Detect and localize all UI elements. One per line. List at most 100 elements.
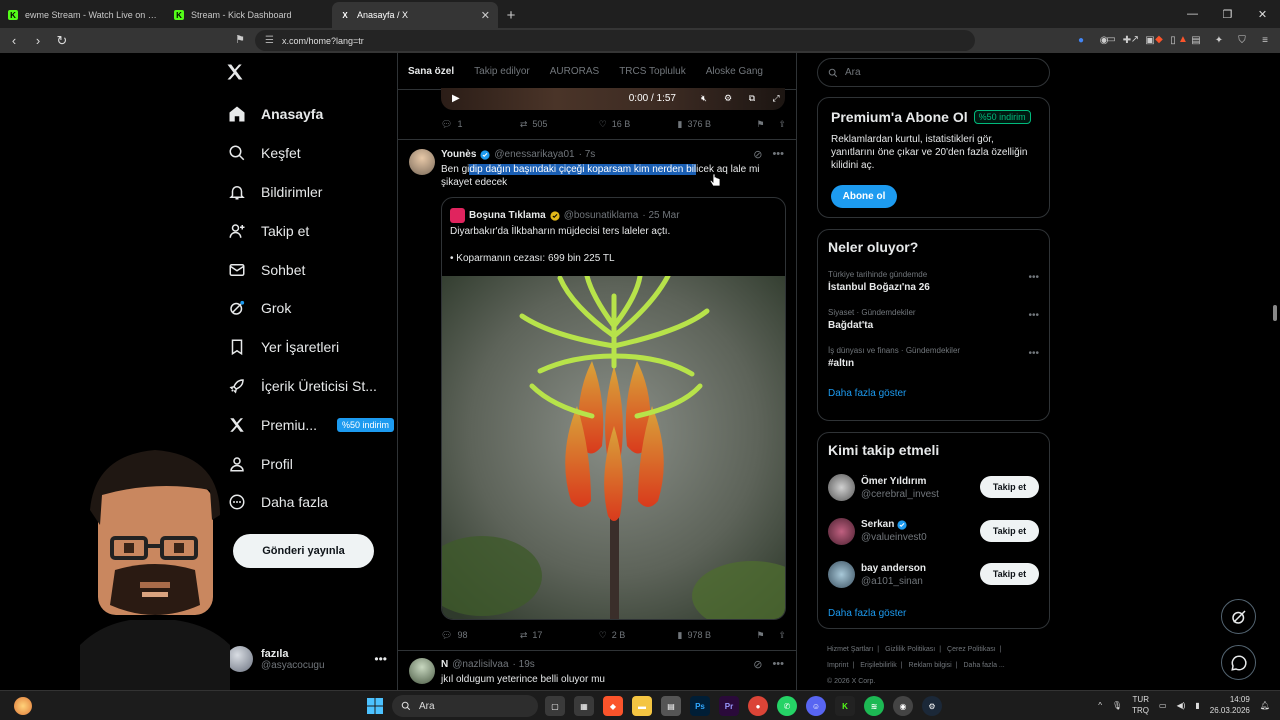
show-more-link[interactable]: Daha fazla göster — [828, 608, 1039, 619]
clock[interactable]: 14:09 26.03.2026 — [1210, 694, 1250, 716]
tab-trcs[interactable]: TRCS Topluluk — [619, 66, 686, 77]
footer-link[interactable]: Gizlilik Politikası — [885, 646, 935, 653]
extension-icon[interactable]: ● — [1074, 32, 1088, 48]
tweet-time[interactable]: · 7s — [579, 149, 596, 160]
steam-icon[interactable]: ⚙ — [922, 696, 942, 716]
nav-item-grok[interactable]: Grok — [225, 289, 395, 328]
tweet-time[interactable]: · 19s — [513, 659, 535, 670]
back-button[interactable]: ‹ — [4, 31, 24, 51]
grok-button[interactable] — [1221, 599, 1256, 634]
suggested-user[interactable]: bay anderson @a101_sinan Takip et — [828, 553, 1039, 597]
tab-aloske[interactable]: Aloske Gang — [706, 66, 763, 77]
footer-link[interactable]: Çerez Politikası — [947, 646, 996, 653]
footer-link[interactable]: Erişilebilirlik — [860, 662, 897, 669]
menu-icon[interactable]: ≡ — [1258, 32, 1272, 48]
nav-item-more[interactable]: Daha fazla — [225, 483, 395, 522]
spotify-icon[interactable]: ≋ — [864, 696, 884, 716]
microphone-icon[interactable]: 🎙︎ — [1112, 701, 1122, 710]
sidebar-icon[interactable]: ▯ — [1166, 32, 1180, 48]
author-name[interactable]: Younès — [441, 149, 476, 160]
nav-item-creator-studio[interactable]: İçerik Üreticisi St... — [225, 367, 395, 406]
flower-photo[interactable] — [442, 276, 785, 619]
account-switcher[interactable]: fazıla @asyacocugu ••• — [227, 643, 387, 675]
browser-tab-x[interactable]: X Anasayfa / X ✕ — [332, 2, 498, 28]
grok-icon[interactable]: ⊘ — [753, 658, 762, 671]
mute-icon[interactable]: 🔇︎ — [698, 92, 710, 104]
more-icon[interactable]: ••• — [772, 148, 784, 161]
close-window-button[interactable]: ✕ — [1245, 0, 1280, 28]
kick-icon[interactable]: K — [835, 696, 855, 716]
extension-icon[interactable]: ▣ — [1143, 32, 1157, 48]
x-logo-icon[interactable] — [225, 62, 245, 82]
like-button[interactable]: ♡ 2 B — [599, 630, 678, 641]
suggested-user[interactable]: Serkan @valueinvest0 Takip et — [828, 510, 1039, 554]
chrome-icon[interactable]: ● — [748, 696, 768, 716]
chat-button[interactable] — [1221, 645, 1256, 680]
popout-icon[interactable]: ⧉ — [746, 92, 758, 104]
close-icon[interactable]: ✕ — [481, 9, 490, 22]
follow-button[interactable]: Takip et — [980, 519, 1039, 542]
wallet-icon[interactable]: ▤ — [1189, 32, 1203, 48]
grok-icon[interactable]: ⊘ — [753, 148, 762, 161]
settings-icon[interactable]: ⚙ — [722, 92, 734, 104]
more-icon[interactable]: ••• — [772, 658, 784, 671]
address-bar[interactable]: ☰ x.com/home?lang=tr — [255, 30, 975, 51]
store-icon[interactable]: ▦ — [574, 696, 594, 716]
site-info-icon[interactable]: ☰ — [265, 35, 274, 46]
share-icon[interactable]: ⇪ — [778, 119, 786, 130]
play-icon[interactable]: ▶ — [452, 93, 460, 104]
obs-icon[interactable]: ◉ — [893, 696, 913, 716]
more-icon[interactable]: ••• — [1028, 272, 1039, 283]
search-input[interactable]: Ara — [817, 58, 1050, 87]
nav-item-notifications[interactable]: Bildirimler — [225, 173, 395, 212]
premiere-icon[interactable]: Pr — [719, 696, 739, 716]
network-icon[interactable]: ▭ — [1159, 701, 1167, 710]
repost-button[interactable]: ⇄ 505 — [520, 119, 599, 130]
nav-item-messages[interactable]: Sohbet — [225, 250, 395, 289]
tweet-avatar[interactable] — [409, 658, 435, 684]
trend-item[interactable]: İş dünyası ve finans · Gündemdekiler #al… — [828, 346, 1039, 369]
footer-link[interactable]: Hizmet Şartları — [827, 646, 873, 653]
nav-item-bookmarks[interactable]: Yer İşaretleri — [225, 328, 395, 367]
footer-link[interactable]: Imprint — [827, 662, 848, 669]
footer-link[interactable]: Daha fazla ... — [964, 662, 1005, 669]
post-button[interactable]: Gönderi yayınla — [233, 534, 374, 568]
browser-tab-kick-dashboard[interactable]: K Stream - Kick Dashboard — [166, 2, 332, 28]
new-tab-button[interactable]: + — [498, 2, 524, 28]
like-button[interactable]: ♡ 16 B — [599, 119, 678, 130]
subscribe-button[interactable]: Abone ol — [831, 185, 897, 208]
author-name[interactable]: N — [441, 659, 448, 670]
reload-button[interactable]: ↻ — [52, 31, 72, 51]
reply-button[interactable]: 💬︎ 98 — [441, 630, 520, 641]
footer-link[interactable]: Reklam bilgisi — [909, 662, 952, 669]
brave-icon[interactable]: ◆ — [603, 696, 623, 716]
forward-button[interactable]: › — [28, 31, 48, 51]
taskbar-search[interactable]: Ara — [392, 695, 538, 717]
leo-icon[interactable]: ✦ — [1212, 32, 1226, 48]
task-view-icon[interactable]: ▢ — [545, 696, 565, 716]
bookmark-icon[interactable]: ⚑ — [756, 119, 764, 130]
browser-tab-kick-stream[interactable]: K ewme Stream - Watch Live on Kick — [0, 2, 166, 28]
more-icon[interactable]: ••• — [374, 652, 387, 666]
volume-icon[interactable]: ◀) — [1177, 701, 1186, 710]
follow-button[interactable]: Takip et — [980, 563, 1039, 585]
views-button[interactable]: ▮ 978 B — [678, 630, 757, 641]
quoted-tweet[interactable]: Boşuna Tıklama @bosunatiklama · 25 Mar D… — [441, 197, 786, 620]
whatsapp-icon[interactable]: ✆ — [777, 696, 797, 716]
tab-auroras[interactable]: AURORAS — [550, 66, 599, 77]
folder-icon[interactable]: ▬ — [632, 696, 652, 716]
tab-for-you[interactable]: Sana özel — [408, 66, 454, 77]
nav-item-premium[interactable]: Premiu... %50 indirim — [225, 405, 395, 444]
chevron-up-icon[interactable]: ^ — [1098, 701, 1102, 710]
maximize-button[interactable]: ❐ — [1210, 0, 1245, 28]
trend-item[interactable]: Türkiye tarihinde gündemde İstanbul Boğa… — [828, 270, 1039, 293]
fullscreen-icon[interactable]: ⤢ — [770, 92, 782, 104]
more-icon[interactable]: ••• — [1028, 348, 1039, 359]
views-button[interactable]: ▮ 376 B — [678, 119, 757, 130]
extension-icon[interactable]: ◉ — [1097, 32, 1111, 48]
scrollbar[interactable] — [1273, 305, 1277, 321]
more-icon[interactable]: ••• — [1028, 310, 1039, 321]
nav-item-explore[interactable]: Keşfet — [225, 134, 395, 173]
puzzle-icon[interactable]: ✚ — [1120, 32, 1134, 48]
notification-icon[interactable]: 🔔︎ — [1260, 701, 1270, 710]
